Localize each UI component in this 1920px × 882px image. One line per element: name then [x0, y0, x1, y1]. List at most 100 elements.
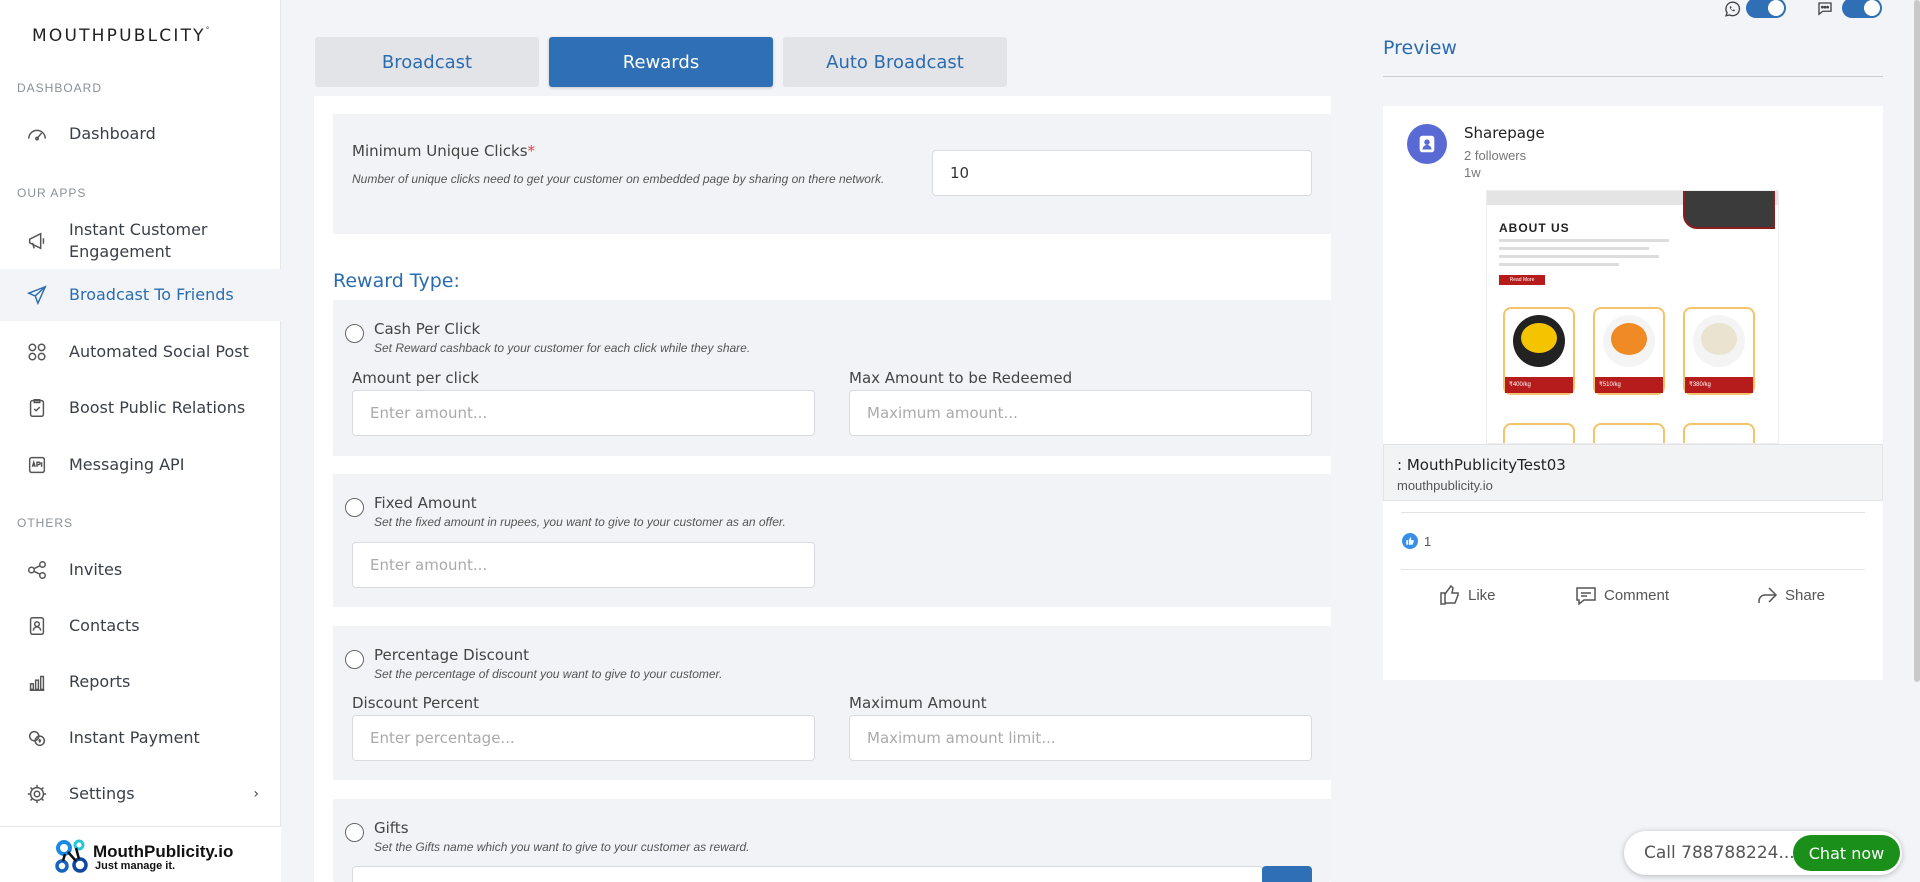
tab-rewards[interactable]: Rewards	[549, 37, 773, 87]
like-reaction-icon	[1402, 533, 1418, 549]
fixed-amount-label: Fixed Amount	[374, 494, 477, 512]
post-image[interactable]: ABOUT US Read More ₹400/kg ₹510/kg ₹380/…	[1486, 190, 1779, 444]
reaction-count: 1	[1424, 534, 1432, 549]
image-heading: ABOUT US	[1499, 221, 1570, 235]
product-tile	[1503, 423, 1575, 443]
sidebar-item-instant-customer-engagement[interactable]: Instant Customer Engagement	[0, 216, 281, 266]
image-read-more: Read More	[1499, 275, 1545, 285]
sidebar-item-instant-payment[interactable]: Instant Payment	[0, 722, 281, 754]
amount-per-click-label: Amount per click	[352, 369, 479, 387]
product-tile: ₹380/kg	[1683, 307, 1755, 395]
send-icon	[24, 282, 50, 308]
image-text-line	[1499, 263, 1619, 266]
sidebar-item-label: Instant Payment	[69, 728, 200, 747]
product-tile: ₹510/kg	[1593, 307, 1665, 395]
min-clicks-label: Minimum Unique Clicks*	[352, 142, 536, 160]
sidebar-item-messaging-api[interactable]: Messaging API	[0, 449, 281, 481]
amount-per-click-input[interactable]: Enter amount...	[352, 390, 815, 436]
reward-type-title: Reward Type:	[333, 270, 460, 292]
divider	[1401, 569, 1865, 570]
sidebar-item-invites[interactable]: Invites	[0, 554, 281, 586]
percentage-discount-hint: Set the percentage of discount you want …	[374, 667, 723, 681]
chat-bubble-icon	[1814, 0, 1836, 23]
messaging-toggle[interactable]	[1842, 0, 1882, 18]
discount-percent-input[interactable]: Enter percentage...	[352, 715, 815, 761]
clipboard-icon	[24, 395, 50, 421]
sidebar-item-label: Messaging API	[69, 455, 185, 474]
sidebar-item-label: Boost Public Relations	[69, 398, 246, 417]
comment-button[interactable]: Comment	[1574, 583, 1669, 607]
product-bowl	[1693, 315, 1745, 367]
chevron-right-icon: ›	[253, 786, 259, 802]
tab-auto-broadcast[interactable]: Auto Broadcast	[783, 37, 1007, 87]
page-followers: 2 followers	[1464, 148, 1527, 163]
megaphone-icon	[24, 228, 50, 254]
contact-card-icon	[24, 613, 50, 639]
discount-percent-label: Discount Percent	[352, 694, 480, 712]
maximum-amount-label: Maximum Amount	[849, 694, 987, 712]
section-apps: OUR APPS	[17, 186, 87, 200]
gifts-radio[interactable]	[345, 823, 364, 842]
chat-now-button[interactable]: Chat now	[1793, 835, 1900, 871]
gifts-label: Gifts	[374, 819, 409, 837]
sidebar-item-label: Settings	[69, 784, 135, 803]
gifts-input[interactable]	[352, 866, 1263, 882]
post-age: 1w	[1464, 165, 1481, 180]
preview-divider	[1383, 76, 1883, 77]
image-text-line	[1499, 239, 1669, 242]
whatsapp-toggle[interactable]	[1746, 0, 1786, 18]
sidebar-item-broadcast-to-friends[interactable]: Broadcast To Friends	[0, 269, 281, 321]
social-icon	[24, 339, 50, 365]
bar-chart-icon	[24, 669, 50, 695]
sidebar-item-label: Reports	[69, 672, 131, 691]
product-sweet	[1611, 323, 1647, 355]
page-avatar	[1407, 124, 1447, 164]
sidebar-item-reports[interactable]: Reports	[0, 666, 281, 698]
like-button[interactable]: Like	[1438, 583, 1496, 607]
product-price: ₹380/kg	[1685, 377, 1753, 393]
product-tile	[1683, 423, 1755, 443]
fixed-amount-hint: Set the fixed amount in rupees, you want…	[374, 515, 786, 529]
sidebar-item-label: Broadcast To Friends	[69, 285, 234, 304]
sidebar-item-boost-public-relations[interactable]: Boost Public Relations	[0, 392, 281, 424]
share-button[interactable]: Share	[1755, 583, 1825, 607]
comment-icon	[1576, 587, 1596, 606]
min-clicks-input[interactable]: 10	[932, 150, 1312, 196]
call-number[interactable]: Call 788788224...	[1644, 843, 1795, 863]
max-redeem-input[interactable]: Maximum amount...	[849, 390, 1312, 436]
tab-broadcast[interactable]: Broadcast	[315, 37, 539, 87]
product-sweet	[1521, 323, 1557, 353]
page-name[interactable]: Sharepage	[1464, 124, 1545, 142]
fixed-amount-input[interactable]: Enter amount...	[352, 542, 815, 588]
gifts-add-button[interactable]	[1262, 866, 1312, 882]
max-redeem-label: Max Amount to be Redeemed	[849, 369, 1073, 387]
api-icon	[24, 452, 50, 478]
product-tile: ₹400/kg	[1503, 307, 1575, 395]
image-text-line	[1499, 255, 1659, 258]
sidebar-item-contacts[interactable]: Contacts	[0, 610, 281, 642]
min-clicks-hint: Number of unique clicks need to get your…	[352, 172, 885, 186]
share-nodes-icon	[24, 557, 50, 583]
cash-per-click-label: Cash Per Click	[374, 320, 481, 338]
maximum-amount-input[interactable]: Maximum amount limit...	[849, 715, 1312, 761]
sidebar-item-settings[interactable]: Settings ›	[0, 778, 281, 810]
brand-logo[interactable]: MOUTHPUBLCITY°	[32, 26, 209, 46]
section-dashboard: DASHBOARD	[17, 81, 103, 95]
sidebar-item-dashboard[interactable]: Dashboard	[0, 118, 281, 150]
link-domain: mouthpublicity.io	[1397, 478, 1493, 493]
scrollbar[interactable]	[1914, 0, 1920, 682]
image-text-line	[1499, 247, 1649, 250]
mouthpublicity-logo-icon	[55, 839, 88, 873]
section-others: OTHERS	[17, 516, 74, 530]
product-bowl	[1513, 315, 1565, 367]
product-price: ₹400/kg	[1505, 377, 1573, 393]
sidebar-item-automated-social-post[interactable]: Automated Social Post	[0, 336, 281, 368]
share-arrow-icon	[1758, 587, 1778, 603]
percentage-discount-label: Percentage Discount	[374, 646, 530, 664]
cash-per-click-radio[interactable]	[345, 324, 364, 343]
product-sweet	[1701, 323, 1737, 355]
percentage-discount-radio[interactable]	[345, 650, 364, 669]
fixed-amount-radio[interactable]	[345, 498, 364, 517]
image-hero-photo	[1683, 191, 1775, 229]
product-price: ₹510/kg	[1595, 377, 1663, 393]
